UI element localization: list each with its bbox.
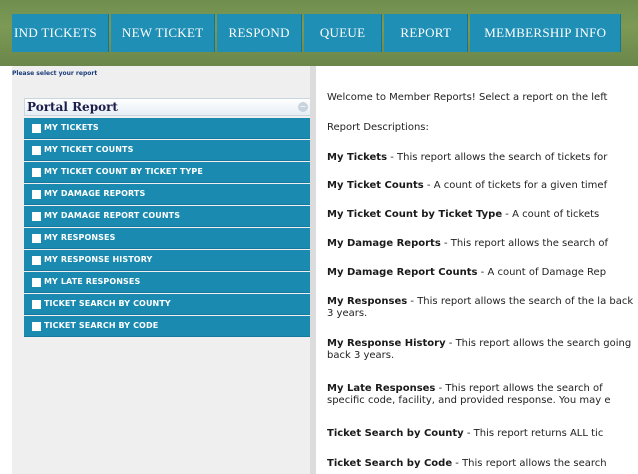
description-my-responses: My Responses - This report allows the se…: [327, 296, 637, 320]
square-bullet-icon: [32, 256, 41, 265]
description-ticket-search-by-county: Ticket Search by County - This report re…: [327, 428, 638, 440]
description-text: - A count of tickets for a given timef: [423, 180, 608, 191]
square-bullet-icon: [32, 124, 41, 133]
square-bullet-icon: [32, 300, 41, 309]
report-item-label: MY RESPONSES: [44, 233, 116, 242]
report-item-label: MY DAMAGE REPORT COUNTS: [44, 211, 181, 220]
description-my-ticket-counts: My Ticket Counts - A count of tickets fo…: [327, 180, 638, 192]
report-item-my-damage-reports[interactable]: MY DAMAGE REPORTS: [24, 184, 312, 205]
report-list: MY TICKETS MY TICKET COUNTS MY TICKET CO…: [24, 118, 312, 338]
report-item-my-tickets[interactable]: MY TICKETS: [24, 118, 312, 139]
square-bullet-icon: [32, 278, 41, 287]
description-my-ticket-count-by-type: My Ticket Count by Ticket Type - A count…: [327, 209, 638, 221]
report-item-my-late-responses[interactable]: MY LATE RESPONSES: [24, 272, 312, 293]
description-my-damage-report-counts: My Damage Report Counts - A count of Dam…: [327, 267, 638, 279]
tab-report[interactable]: REPORT: [384, 14, 469, 52]
description-text: - This report allows the search: [452, 458, 607, 469]
description-name: My Ticket Count by Ticket Type: [327, 209, 503, 220]
collapse-icon[interactable]: −: [298, 102, 308, 112]
welcome-text: Welcome to Member Reports! Select a repo…: [327, 92, 608, 103]
report-item-label: MY TICKET COUNTS: [44, 145, 134, 154]
square-bullet-icon: [32, 146, 41, 155]
description-text: - This report returns ALL tic: [463, 428, 604, 439]
description-text: - This report allows the search of ticke…: [387, 152, 608, 163]
select-report-hint: Please select your report: [12, 70, 98, 77]
tab-membership-info[interactable]: MEMBERSHIP INFO: [470, 14, 622, 52]
description-name: My Late Responses: [327, 383, 436, 394]
report-item-my-response-history[interactable]: MY RESPONSE HISTORY: [24, 250, 312, 271]
description-name: Ticket Search by Code: [327, 458, 453, 469]
portal-report-header[interactable]: Portal Report −: [24, 98, 312, 116]
descriptions-heading: Report Descriptions:: [327, 122, 429, 133]
nav-tabs: IND TICKETS NEW TICKET RESPOND QUEUE REP…: [12, 14, 623, 52]
report-item-label: MY LATE RESPONSES: [44, 277, 141, 286]
description-name: Ticket Search by County: [327, 428, 464, 439]
report-item-my-ticket-count-by-type[interactable]: MY TICKET COUNT BY TICKET TYPE: [24, 162, 312, 183]
top-navigation-bar: IND TICKETS NEW TICKET RESPOND QUEUE REP…: [0, 0, 638, 66]
square-bullet-icon: [32, 322, 41, 331]
report-item-my-damage-report-counts[interactable]: MY DAMAGE REPORT COUNTS: [24, 206, 312, 227]
description-my-response-history: My Response History - This report allows…: [327, 338, 637, 362]
description-text: - This report allows the search of: [440, 238, 609, 249]
square-bullet-icon: [32, 190, 41, 199]
tab-find-tickets[interactable]: IND TICKETS: [12, 14, 109, 52]
description-name: My Damage Report Counts: [327, 267, 478, 278]
portal-report-title: Portal Report: [27, 100, 118, 114]
description-my-tickets: My Tickets - This report allows the sear…: [327, 152, 638, 164]
report-item-label: TICKET SEARCH BY COUNTY: [44, 299, 171, 308]
tab-respond[interactable]: RESPOND: [217, 14, 302, 52]
report-item-label: MY RESPONSE HISTORY: [44, 255, 153, 264]
square-bullet-icon: [32, 234, 41, 243]
description-ticket-search-by-code: Ticket Search by Code - This report allo…: [327, 458, 638, 470]
tab-new-ticket[interactable]: NEW TICKET: [110, 14, 216, 52]
description-my-late-responses: My Late Responses - This report allows t…: [327, 383, 637, 407]
square-bullet-icon: [32, 168, 41, 177]
report-content-panel: Welcome to Member Reports! Select a repo…: [318, 66, 638, 474]
description-text: - A count of tickets: [502, 209, 600, 220]
description-name: My Ticket Counts: [327, 180, 424, 191]
report-item-label: MY TICKET COUNT BY TICKET TYPE: [44, 167, 203, 176]
description-name: My Responses: [327, 296, 408, 307]
panel-divider: [310, 66, 316, 474]
report-sidebar: Please select your report Portal Report …: [12, 66, 312, 474]
description-text: - A count of Damage Rep: [477, 267, 607, 278]
report-item-label: MY TICKETS: [44, 123, 99, 132]
description-name: My Response History: [327, 338, 446, 349]
description-name: My Tickets: [327, 152, 388, 163]
description-name: My Damage Reports: [327, 238, 441, 249]
report-item-my-ticket-counts[interactable]: MY TICKET COUNTS: [24, 140, 312, 161]
description-my-damage-reports: My Damage Reports - This report allows t…: [327, 238, 638, 250]
tab-queue[interactable]: QUEUE: [303, 14, 383, 52]
report-item-label: MY DAMAGE REPORTS: [44, 189, 146, 198]
square-bullet-icon: [32, 212, 41, 221]
report-item-ticket-search-by-code[interactable]: TICKET SEARCH BY CODE: [24, 316, 312, 337]
report-item-my-responses[interactable]: MY RESPONSES: [24, 228, 312, 249]
report-item-ticket-search-by-county[interactable]: TICKET SEARCH BY COUNTY: [24, 294, 312, 315]
report-item-label: TICKET SEARCH BY CODE: [44, 321, 159, 330]
